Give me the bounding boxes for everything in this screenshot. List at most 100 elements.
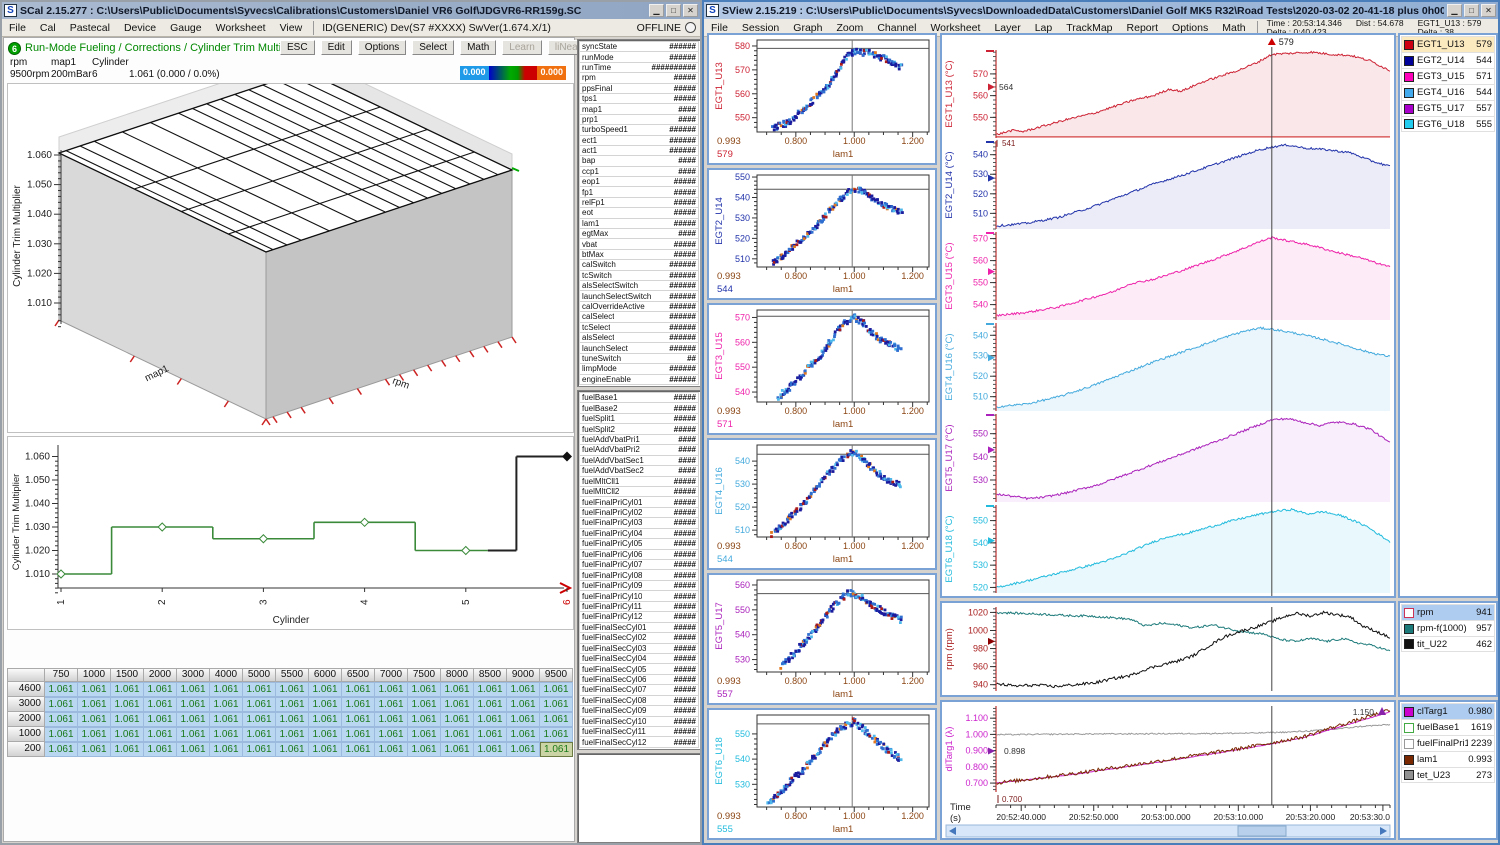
table-cell[interactable]: 1.061	[342, 712, 375, 727]
table-cell[interactable]: 1.061	[474, 742, 507, 757]
watch-row[interactable]: act1######	[579, 145, 699, 155]
table-cell[interactable]: 1.061	[474, 712, 507, 727]
table-cell[interactable]: 1.061	[78, 682, 111, 697]
watch-row[interactable]: tuneSwitch##	[579, 353, 699, 363]
table-cell[interactable]: 1.061	[276, 682, 309, 697]
watch-row[interactable]: fuelFinalSecCyl09#####	[579, 705, 699, 715]
table-cell[interactable]: 1.061	[342, 697, 375, 712]
table-cell[interactable]: 1.061	[210, 727, 243, 742]
table-cell[interactable]: 1.061	[144, 712, 177, 727]
table-cell[interactable]: 1.061	[144, 727, 177, 742]
table-cell[interactable]: 1.061	[408, 712, 441, 727]
watch-row[interactable]: fuelFinalPriCyl01#####	[579, 496, 699, 506]
watch-row[interactable]: ppsFinal#####	[579, 83, 699, 93]
table-cell[interactable]: 1.061	[309, 682, 342, 697]
table-cell[interactable]: 1.061	[78, 742, 111, 757]
scal-menu-view[interactable]: View	[273, 20, 310, 36]
watch-row[interactable]: fuelFinalSecCyl05#####	[579, 663, 699, 673]
scal-menu-device[interactable]: Device	[117, 20, 163, 36]
legend-row-EGT5_U17[interactable]: EGT5_U17557	[1401, 100, 1495, 116]
watch-row[interactable]: rpm#####	[579, 72, 699, 82]
table-cell[interactable]: 1.061	[342, 742, 375, 757]
options-button[interactable]: Options	[358, 40, 406, 55]
watch-row[interactable]: calSwitch######	[579, 259, 699, 269]
watch-row[interactable]: map1####	[579, 103, 699, 113]
legend-row-rpm-f(1000)[interactable]: rpm-f(1000)957	[1401, 620, 1495, 636]
watch-row[interactable]: fuelFinalSecCyl12#####	[579, 736, 699, 747]
table-cell[interactable]: 1.061	[408, 742, 441, 757]
col-header[interactable]: 5500	[276, 668, 309, 682]
watch-row[interactable]: fuelAddVbatSec2####	[579, 465, 699, 475]
close-button[interactable]: ✕	[683, 4, 698, 17]
table-cell[interactable]: 1.061	[210, 697, 243, 712]
table-cell[interactable]: 1.061	[177, 697, 210, 712]
maximize-button[interactable]: □	[666, 4, 681, 17]
watch-row[interactable]: fuelFinalPriCyl07#####	[579, 559, 699, 569]
watch-row[interactable]: fuelFinalPriCyl03#####	[579, 517, 699, 527]
table-cell[interactable]: 1.061	[474, 682, 507, 697]
table-cell[interactable]: 1.061	[78, 712, 111, 727]
watch-row[interactable]: fuelFinalSecCyl06#####	[579, 674, 699, 684]
watch-row[interactable]: fuelMltCll1#####	[579, 476, 699, 486]
watch-row[interactable]: tcSwitch######	[579, 270, 699, 280]
table-cell[interactable]: 1.061	[309, 712, 342, 727]
watch-row[interactable]: fuelBase2#####	[579, 402, 699, 412]
watch-row[interactable]: launchSelect######	[579, 342, 699, 352]
watch-row[interactable]: fuelFinalPriCyl06#####	[579, 549, 699, 559]
table-cell[interactable]: 1.061	[111, 742, 144, 757]
watch-row[interactable]: fuelFinalPriCyl05#####	[579, 538, 699, 548]
table-cell[interactable]: 1.061	[111, 712, 144, 727]
table-cell[interactable]: 1.061	[111, 727, 144, 742]
watch-row[interactable]: tcSelect######	[579, 322, 699, 332]
table-cell[interactable]: 1.061	[111, 682, 144, 697]
watch-row[interactable]: tps1#####	[579, 93, 699, 103]
watch-row[interactable]: fuelFinalPriCyl08#####	[579, 569, 699, 579]
col-header[interactable]: 7500	[408, 668, 441, 682]
scatter-chart-EGT5_U17[interactable]: 0.8001.0001.200530540550560EGT5_U170.993…	[709, 575, 935, 703]
watch-row[interactable]: fuelFinalSecCyl11#####	[579, 726, 699, 736]
watch-row[interactable]: fuelFinalPriCyl11#####	[579, 601, 699, 611]
select-button[interactable]: Select	[412, 40, 454, 55]
table-cell[interactable]: 1.061	[507, 742, 540, 757]
table-cell[interactable]: 1.061	[540, 742, 573, 757]
table-cell[interactable]: 1.061	[243, 682, 276, 697]
watch-row[interactable]: fuelFinalPriCyl04#####	[579, 528, 699, 538]
watch-row[interactable]: fuelAddVbatPri2####	[579, 444, 699, 454]
table-cell[interactable]: 1.061	[540, 682, 573, 697]
col-header[interactable]: 6000	[309, 668, 342, 682]
table-cell[interactable]: 1.061	[177, 727, 210, 742]
watch-row[interactable]: calSelect######	[579, 311, 699, 321]
col-header[interactable]: 1000	[78, 668, 111, 682]
row-header[interactable]: 200	[7, 742, 45, 757]
table-cell[interactable]: 1.061	[243, 712, 276, 727]
watch-row[interactable]: alsSelectSwitch######	[579, 280, 699, 290]
legend-row-tit_U22[interactable]: tit_U22462	[1401, 636, 1495, 652]
watch-row[interactable]: fuelFinalSecCyl02#####	[579, 632, 699, 642]
watch-row[interactable]: prp1####	[579, 114, 699, 124]
watch-row[interactable]: fuelFinalSecCyl08#####	[579, 695, 699, 705]
table-cell[interactable]: 1.061	[441, 682, 474, 697]
scal-menu-file[interactable]: File	[2, 20, 33, 36]
col-header[interactable]: 9500	[540, 668, 573, 682]
table-cell[interactable]: 1.061	[45, 727, 78, 742]
col-header[interactable]: 1500	[111, 668, 144, 682]
table-cell[interactable]: 1.061	[507, 712, 540, 727]
watch-row[interactable]: eop1#####	[579, 176, 699, 186]
table-cell[interactable]: 1.061	[375, 712, 408, 727]
scatter-chart-EGT6_U18[interactable]: 0.8001.0001.200530540550EGT6_U180.993555…	[709, 710, 935, 838]
table-cell[interactable]: 1.061	[177, 682, 210, 697]
table-cell[interactable]: 1.061	[210, 682, 243, 697]
legend-row-tet_U23[interactable]: tet_U23273	[1401, 767, 1495, 783]
watch-row[interactable]: fuelFinalPriCyl12#####	[579, 611, 699, 621]
cylinder-trim-chart[interactable]: 1.0601.0501.0401.0301.0201.010123456Cyli…	[8, 437, 573, 629]
table-cell[interactable]: 1.061	[507, 682, 540, 697]
table-cell[interactable]: 1.061	[45, 697, 78, 712]
watch-row[interactable]: runMode######	[579, 51, 699, 61]
table-cell[interactable]: 1.061	[177, 742, 210, 757]
watch-row[interactable]: fuelSplit1#####	[579, 413, 699, 423]
scatter-chart-EGT2_U14[interactable]: 0.8001.0001.200510520530540550EGT2_U140.…	[709, 170, 935, 298]
table-cell[interactable]: 1.061	[408, 697, 441, 712]
col-header[interactable]: 8000	[441, 668, 474, 682]
table-cell[interactable]: 1.061	[441, 727, 474, 742]
time-scrollbar[interactable]	[946, 825, 1390, 837]
